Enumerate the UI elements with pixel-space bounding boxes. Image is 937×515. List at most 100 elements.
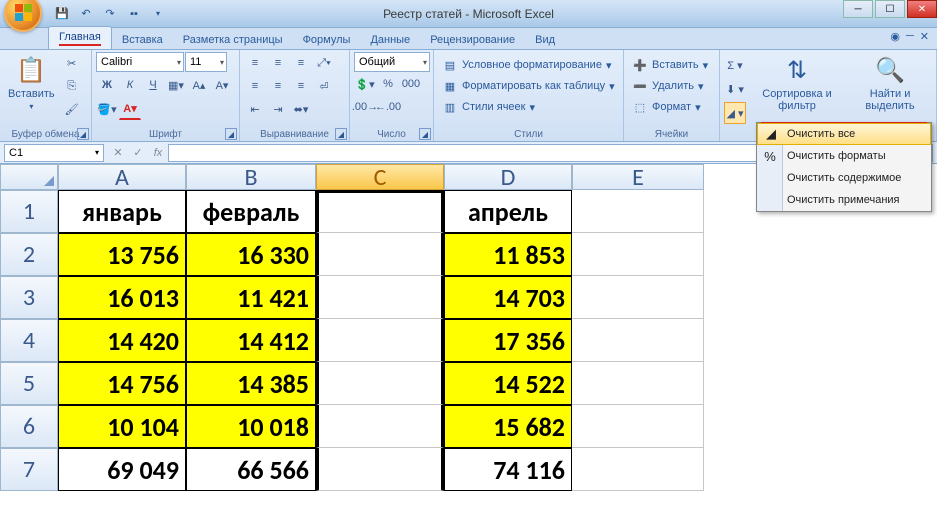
tab-insert[interactable]: Вставка: [112, 30, 173, 49]
cell-D7[interactable]: 74 116: [444, 448, 572, 491]
minimize-ribbon-icon[interactable]: ─: [906, 30, 914, 43]
align-middle-icon[interactable]: ≡: [267, 52, 289, 74]
merge-center-icon[interactable]: ⬌▾: [290, 98, 312, 120]
clear-button[interactable]: ◢ ▾: [724, 102, 746, 124]
cell-B1[interactable]: февраль: [186, 190, 316, 233]
row-header-3[interactable]: 3: [0, 276, 58, 319]
orientation-icon[interactable]: ⤢▾: [313, 52, 335, 74]
italic-button[interactable]: К: [119, 74, 141, 96]
decrease-indent-icon[interactable]: ⇤: [244, 98, 266, 120]
cell-C6[interactable]: [316, 405, 444, 448]
cell-A2[interactable]: 13 756: [58, 233, 186, 276]
align-left-icon[interactable]: ≡: [244, 75, 266, 97]
cell-E1[interactable]: [572, 190, 704, 233]
cell-B2[interactable]: 16 330: [186, 233, 316, 276]
clipboard-launcher[interactable]: ◢: [77, 128, 89, 140]
format-painter-icon[interactable]: 🖌: [61, 98, 83, 120]
cell-E7[interactable]: [572, 448, 704, 491]
col-header-E[interactable]: E: [572, 164, 704, 190]
row-header-5[interactable]: 5: [0, 362, 58, 405]
format-as-table-button[interactable]: ▦Форматировать как таблицу ▾: [438, 77, 619, 95]
tab-review[interactable]: Рецензирование: [420, 30, 525, 49]
cell-A4[interactable]: 14 420: [58, 319, 186, 362]
fill-color-button[interactable]: 🪣▾: [96, 98, 118, 120]
clear-all-item[interactable]: ◢ Очистить все: [757, 123, 931, 145]
paste-button[interactable]: 📋 Вставить ▾: [4, 52, 59, 113]
cell-A6[interactable]: 10 104: [58, 405, 186, 448]
alignment-launcher[interactable]: ◢: [335, 128, 347, 140]
cell-D1[interactable]: апрель: [444, 190, 572, 233]
row-header-1[interactable]: 1: [0, 190, 58, 233]
cell-E6[interactable]: [572, 405, 704, 448]
cell-D4[interactable]: 17 356: [444, 319, 572, 362]
office-button[interactable]: [4, 0, 42, 32]
enter-formula-icon[interactable]: ✓: [128, 144, 148, 162]
cell-C3[interactable]: [316, 276, 444, 319]
underline-button[interactable]: Ч: [142, 74, 164, 96]
currency-icon[interactable]: 💲▾: [354, 73, 376, 95]
tab-home[interactable]: Главная: [48, 26, 112, 49]
bold-button[interactable]: Ж: [96, 74, 118, 96]
cell-C7[interactable]: [316, 448, 444, 491]
col-header-C[interactable]: C: [316, 164, 444, 190]
clear-formats-item[interactable]: % Очистить форматы: [757, 145, 931, 167]
wrap-text-icon[interactable]: ⏎: [313, 75, 335, 97]
sort-filter-button[interactable]: ⇅ Сортировка и фильтр: [748, 52, 846, 114]
col-header-D[interactable]: D: [444, 164, 572, 190]
cancel-formula-icon[interactable]: ✕: [108, 144, 128, 162]
help-icon[interactable]: ◉: [890, 30, 900, 43]
cell-styles-button[interactable]: ▥Стили ячеек ▾: [438, 98, 539, 116]
undo-icon[interactable]: ↶: [76, 4, 96, 24]
select-all-corner[interactable]: [0, 164, 58, 190]
col-header-B[interactable]: B: [186, 164, 316, 190]
row-header-7[interactable]: 7: [0, 448, 58, 491]
cell-B4[interactable]: 14 412: [186, 319, 316, 362]
delete-cells-button[interactable]: ➖Удалить ▾: [628, 77, 708, 95]
row-header-6[interactable]: 6: [0, 405, 58, 448]
cell-A1[interactable]: январь: [58, 190, 186, 233]
font-color-button[interactable]: A▾: [119, 98, 141, 120]
clear-contents-item[interactable]: Очистить содержимое: [757, 167, 931, 189]
tab-data[interactable]: Данные: [360, 30, 420, 49]
cell-A5[interactable]: 14 756: [58, 362, 186, 405]
align-bottom-icon[interactable]: ≡: [290, 52, 312, 74]
qat-custom-icon[interactable]: ▪▪: [124, 4, 144, 24]
col-header-A[interactable]: A: [58, 164, 186, 190]
shrink-font-icon[interactable]: A▾: [211, 74, 233, 96]
cell-C2[interactable]: [316, 233, 444, 276]
border-button[interactable]: ▦▾: [165, 74, 187, 96]
cell-D6[interactable]: 15 682: [444, 405, 572, 448]
fx-icon[interactable]: fx: [148, 144, 168, 162]
cell-B7[interactable]: 66 566: [186, 448, 316, 491]
cell-A7[interactable]: 69 049: [58, 448, 186, 491]
fill-button[interactable]: ⬇ ▾: [724, 78, 746, 100]
cell-D3[interactable]: 14 703: [444, 276, 572, 319]
maximize-button[interactable]: ☐: [875, 0, 905, 18]
save-icon[interactable]: 💾: [52, 4, 72, 24]
cell-B3[interactable]: 11 421: [186, 276, 316, 319]
insert-cells-button[interactable]: ➕Вставить ▾: [628, 56, 712, 74]
font-size-combo[interactable]: 11▾: [185, 52, 227, 72]
autosum-button[interactable]: Σ ▾: [724, 54, 746, 76]
cut-icon[interactable]: ✂: [61, 52, 83, 74]
increase-decimal-icon[interactable]: .00→: [354, 96, 376, 118]
cell-B5[interactable]: 14 385: [186, 362, 316, 405]
number-launcher[interactable]: ◢: [419, 128, 431, 140]
number-format-combo[interactable]: Общий▾: [354, 52, 430, 72]
tab-view[interactable]: Вид: [525, 30, 565, 49]
comma-icon[interactable]: 000: [400, 73, 422, 95]
align-center-icon[interactable]: ≡: [267, 75, 289, 97]
minimize-button[interactable]: ─: [843, 0, 873, 18]
qat-more-icon[interactable]: ▾: [148, 4, 168, 24]
format-cells-button[interactable]: ⬚Формат ▾: [628, 98, 705, 116]
close-button[interactable]: ✕: [907, 0, 937, 18]
cell-C1[interactable]: [316, 190, 444, 233]
redo-icon[interactable]: ↷: [100, 4, 120, 24]
cell-D2[interactable]: 11 853: [444, 233, 572, 276]
conditional-formatting-button[interactable]: ▤Условное форматирование ▾: [438, 56, 615, 74]
name-box[interactable]: C1▾: [4, 144, 104, 162]
find-select-button[interactable]: 🔍 Найти и выделить: [848, 52, 932, 114]
percent-icon[interactable]: %: [377, 73, 399, 95]
copy-icon[interactable]: ⎘: [61, 75, 83, 97]
cell-A3[interactable]: 16 013: [58, 276, 186, 319]
